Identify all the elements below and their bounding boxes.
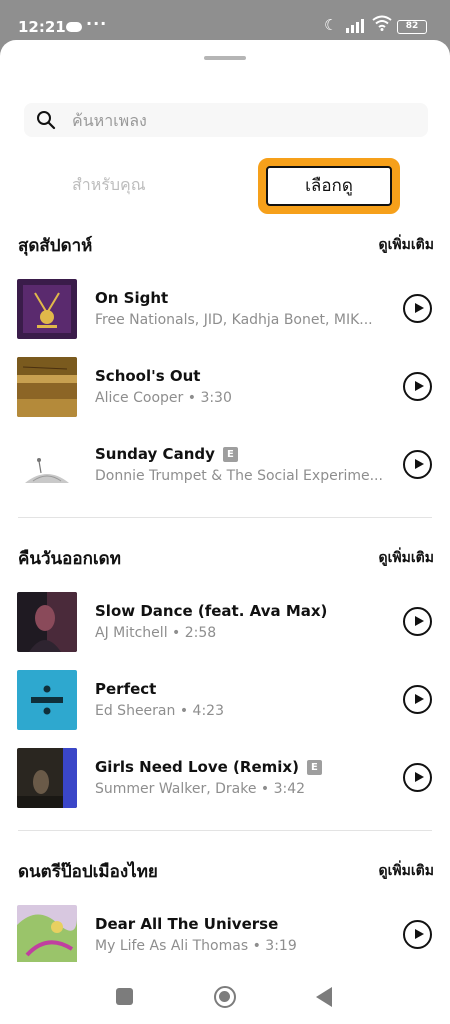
explicit-badge: E: [306, 760, 322, 775]
play-icon[interactable]: [403, 372, 432, 401]
play-icon[interactable]: [403, 294, 432, 323]
track-title: On Sight: [95, 289, 169, 307]
system-nav-bar: [0, 962, 450, 1024]
game-controller-icon: [66, 22, 82, 32]
track-artist: Donnie Trumpet & The Social Experime...: [95, 468, 383, 484]
tab-browse[interactable]: เลือกดู: [258, 158, 400, 214]
section-title-date-night: คืนวันออกเดท: [18, 549, 121, 569]
wifi-icon: [372, 15, 392, 35]
track-title: Sunday Candy E: [95, 445, 238, 463]
album-cover: [17, 279, 77, 339]
play-icon[interactable]: [403, 450, 432, 479]
track-row[interactable]: Sunday Candy E Donnie Trumpet & The Socia…: [0, 425, 450, 503]
album-cover: [17, 670, 77, 730]
status-time: 12:21: [18, 18, 66, 36]
track-title: Dear All The Universe: [95, 915, 279, 933]
battery-icon: 82: [397, 20, 427, 34]
see-more-date-night[interactable]: ดูเพิ่มเติม: [379, 547, 434, 569]
play-icon[interactable]: [403, 920, 432, 949]
track-row[interactable]: On Sight Free Nationals, JID, Kadhja Bon…: [0, 269, 450, 347]
back-icon[interactable]: [316, 987, 332, 1007]
album-cover: [17, 905, 77, 965]
play-icon[interactable]: [403, 763, 432, 792]
recent-apps-icon[interactable]: [116, 988, 133, 1005]
section-title-thai-pop: ดนตรีป๊อปเมืองไทย: [18, 862, 158, 882]
home-icon[interactable]: [214, 986, 236, 1008]
track-row[interactable]: School's Out Alice Cooper • 3:30: [0, 347, 450, 425]
play-icon[interactable]: [403, 685, 432, 714]
tab-browse-label: เลือกดู: [266, 166, 392, 206]
track-artist: Ed Sheeran • 4:23: [95, 703, 224, 719]
tab-for-you[interactable]: สำหรับคุณ: [72, 173, 146, 198]
section-title-weekend: สุดสัปดาห์: [18, 236, 93, 256]
album-cover: [17, 592, 77, 652]
signal-icon: [346, 19, 368, 33]
status-bar: 12:21 ··· ☾ 82: [0, 0, 450, 44]
track-title: Slow Dance (feat. Ava Max): [95, 602, 328, 620]
more-notifications-icon: ···: [86, 14, 108, 33]
track-artist: Free Nationals, JID, Kadhja Bonet, MIK..…: [95, 312, 373, 328]
sheet-drag-handle[interactable]: [204, 56, 246, 60]
track-artist: AJ Mitchell • 2:58: [95, 625, 217, 641]
section-divider: [18, 830, 432, 831]
moon-icon: ☾: [324, 16, 338, 34]
track-title: Perfect: [95, 680, 157, 698]
see-more-weekend[interactable]: ดูเพิ่มเติม: [379, 234, 434, 256]
track-artist: My Life As Ali Thomas • 3:19: [95, 938, 297, 954]
see-more-thai-pop[interactable]: ดูเพิ่มเติม: [379, 860, 434, 882]
music-picker-sheet: สำหรับคุณ เลือกดู สุดสัปดาห์ ดูเพิ่มเติม…: [0, 40, 450, 1024]
track-artist: Alice Cooper • 3:30: [95, 390, 232, 406]
track-row[interactable]: Slow Dance (feat. Ava Max) AJ Mitchell •…: [0, 582, 450, 660]
search-bar[interactable]: [24, 103, 428, 137]
track-artist: Summer Walker, Drake • 3:42: [95, 781, 306, 797]
track-title: School's Out: [95, 367, 201, 385]
album-cover: [17, 357, 77, 417]
track-title: Girls Need Love (Remix) E: [95, 758, 322, 776]
explicit-badge: E: [222, 447, 238, 462]
section-divider: [18, 517, 432, 518]
search-icon: [36, 110, 56, 130]
track-row[interactable]: Perfect Ed Sheeran • 4:23: [0, 660, 450, 738]
search-input[interactable]: [72, 106, 412, 134]
album-cover: [17, 435, 77, 495]
play-icon[interactable]: [403, 607, 432, 636]
album-cover: [17, 748, 77, 808]
track-row[interactable]: Girls Need Love (Remix) E Summer Walker, …: [0, 738, 450, 816]
